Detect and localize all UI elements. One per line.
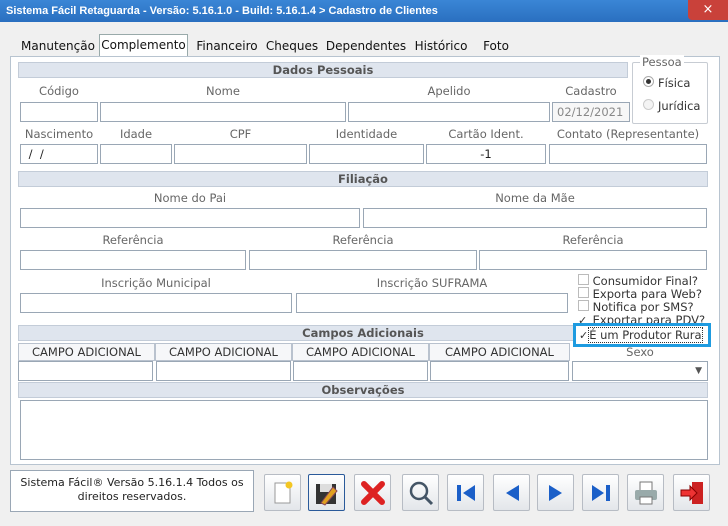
exit-icon [680,481,703,504]
search-button[interactable] [402,474,439,511]
referencia-1-input[interactable] [20,250,246,270]
section-dados-pessoais: Dados Pessoais [18,62,628,78]
notifica-sms-label: Notifica por SMS? [592,300,694,314]
campo-adicional-input-1[interactable] [18,361,153,381]
apelido-input[interactable] [348,102,550,122]
save-button[interactable] [308,474,345,511]
delete-icon [360,480,385,505]
tab-cheques[interactable]: Cheques [264,36,320,56]
exit-button[interactable] [673,474,710,511]
nome-label: Nome [206,84,240,98]
chevron-down-icon: ▼ [695,366,702,376]
campo-adicional-header-2: CAMPO ADICIONAL [155,343,292,361]
idade-label: Idade [119,127,153,141]
radio-juridica-label: Jurídica [658,99,701,113]
campo-adicional-input-3[interactable] [293,361,428,381]
mae-input[interactable] [363,208,707,228]
referencia-2-input[interactable] [249,250,477,270]
nascimento-input[interactable]: / / [20,144,98,164]
tab-historico[interactable]: Histórico [412,36,470,56]
produtor-rural-label: É um Produtor Rura [588,327,703,343]
last-button[interactable] [582,474,619,511]
delete-button[interactable] [354,474,391,511]
codigo-input[interactable] [20,102,98,122]
next-button[interactable] [537,474,574,511]
campo-adicional-input-4[interactable] [430,361,569,381]
tab-manutencao[interactable]: Manutenção [18,36,98,56]
cartao-input[interactable]: -1 [426,144,546,164]
section-filiacao: Filiação [18,171,708,187]
next-icon [548,484,562,501]
referencia-3-label: Referência [562,233,624,247]
idade-input[interactable] [100,144,172,164]
cadastro-label: Cadastro [565,84,617,98]
tab-complemento[interactable]: Complemento [99,34,188,57]
tab-dependentes[interactable]: Dependentes [324,36,408,56]
notifica-sms-checkbox[interactable]: Notifica por SMS? [578,300,694,314]
pai-input[interactable] [20,208,360,228]
new-button[interactable] [264,474,301,511]
print-button[interactable] [627,474,664,511]
exporta-web-checkbox[interactable]: Exporta para Web? [578,287,702,301]
pessoa-group-title: Pessoa [640,55,684,69]
apelido-label: Apelido [427,84,471,98]
cadastro-input[interactable]: 02/12/2021 [552,102,630,122]
codigo-label: Código [39,84,79,98]
contato-label: Contato (Representante) [556,127,700,141]
identidade-input[interactable] [309,144,424,164]
inscricao-suframa-label: Inscrição SUFRAMA [376,276,488,290]
cpf-input[interactable] [174,144,307,164]
campo-adicional-header-3: CAMPO ADICIONAL [292,343,429,361]
status-text: Sistema Fácil® Versão 5.16.1.4 Todos os … [10,470,254,512]
inscricao-municipal-input[interactable] [20,293,292,313]
close-button[interactable]: × [688,0,728,20]
tab-foto[interactable]: Foto [478,36,514,56]
observacoes-textarea[interactable] [20,400,708,460]
exportar-pdv-label: Exportar para PDV? [592,313,706,323]
radio-juridica[interactable] [643,99,654,110]
exportar-pdv-checkbox[interactable]: ✓ Exportar para PDV? [578,313,705,323]
pai-label: Nome do Pai [153,191,227,205]
consumidor-final-label: Consumidor Final? [592,274,699,288]
campo-adicional-header-1: CAMPO ADICIONAL [18,343,155,361]
mae-label: Nome da Mãe [495,191,575,205]
radio-fisica[interactable] [643,76,654,87]
campo-adicional-header-4: CAMPO ADICIONAL [429,343,570,361]
first-button[interactable] [447,474,484,511]
identidade-label: Identidade [335,127,398,141]
produtor-rural-checkbox[interactable]: ✓É um Produtor Rura [573,323,711,347]
cpf-label: CPF [229,127,252,141]
radio-fisica-label: Física [658,76,691,90]
pessoa-group [632,62,708,124]
print-icon [634,481,657,504]
window-title: Sistema Fácil Retaguarda - Versão: 5.16.… [0,0,728,22]
cartao-label: Cartão Ident. [448,127,524,141]
inscricao-municipal-label: Inscrição Municipal [101,276,211,290]
sexo-select[interactable]: ▼ [572,361,708,381]
consumidor-final-checkbox[interactable]: Consumidor Final? [578,274,698,288]
prev-button[interactable] [493,474,530,511]
referencia-3-input[interactable] [479,250,707,270]
prev-icon [505,484,519,501]
save-icon [315,483,338,506]
first-icon [456,484,475,501]
search-icon [409,481,433,505]
referencia-2-label: Referência [332,233,394,247]
section-observacoes: Observações [18,382,708,398]
tab-financeiro[interactable]: Financeiro [192,36,262,56]
inscricao-suframa-input[interactable] [296,293,568,313]
exporta-web-label: Exporta para Web? [592,287,702,301]
nascimento-label: Nascimento [24,127,94,141]
campo-adicional-input-2[interactable] [156,361,291,381]
contato-input[interactable] [549,144,707,164]
referencia-1-label: Referência [102,233,164,247]
nome-input[interactable] [100,102,346,122]
new-icon [274,481,292,503]
sexo-label: Sexo [626,345,654,359]
last-icon [591,484,610,501]
